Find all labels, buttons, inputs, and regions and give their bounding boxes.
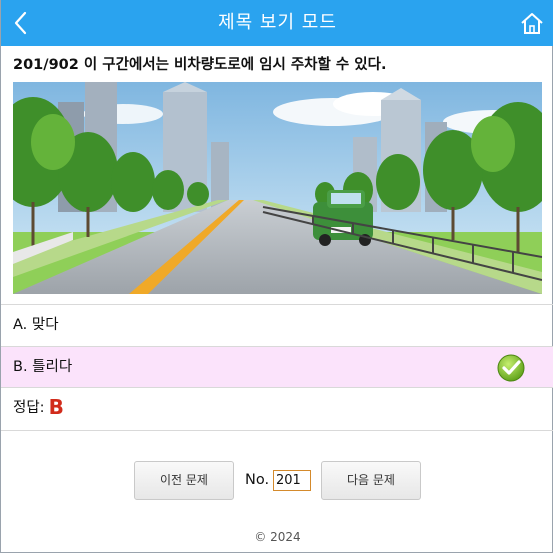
copyright-text: © 2024 <box>254 530 301 544</box>
prev-question-button[interactable]: 이전 문제 <box>134 461 234 500</box>
option-b-label: B. 틀리다 <box>13 359 73 375</box>
header-bar: 제목 보기 모드 <box>1 0 553 46</box>
question-number-input[interactable] <box>273 470 311 491</box>
checkmark-icon <box>496 353 526 383</box>
answer-value: B <box>48 395 64 419</box>
answer-label: 정답: <box>13 400 45 416</box>
question-number-label: No. <box>245 472 270 488</box>
option-a[interactable]: A. 맞다 <box>1 305 553 346</box>
answer-row: 정답: B <box>13 392 64 423</box>
question-text: 201/902 이 구간에서는 비차량도로에 임시 주차할 수 있다. <box>13 57 387 73</box>
app-frame: 제목 보기 모드 201/902 이 구간에서는 비차량도로에 임시 주차할 수… <box>0 0 553 553</box>
page-title: 제목 보기 모드 <box>218 12 337 33</box>
home-icon[interactable] <box>518 8 546 38</box>
divider <box>1 430 553 431</box>
option-b[interactable]: B. 틀리다 <box>1 347 553 388</box>
next-question-button[interactable]: 다음 문제 <box>321 461 421 500</box>
option-a-label: A. 맞다 <box>13 317 59 333</box>
divider <box>1 387 553 388</box>
question-image <box>13 82 542 294</box>
